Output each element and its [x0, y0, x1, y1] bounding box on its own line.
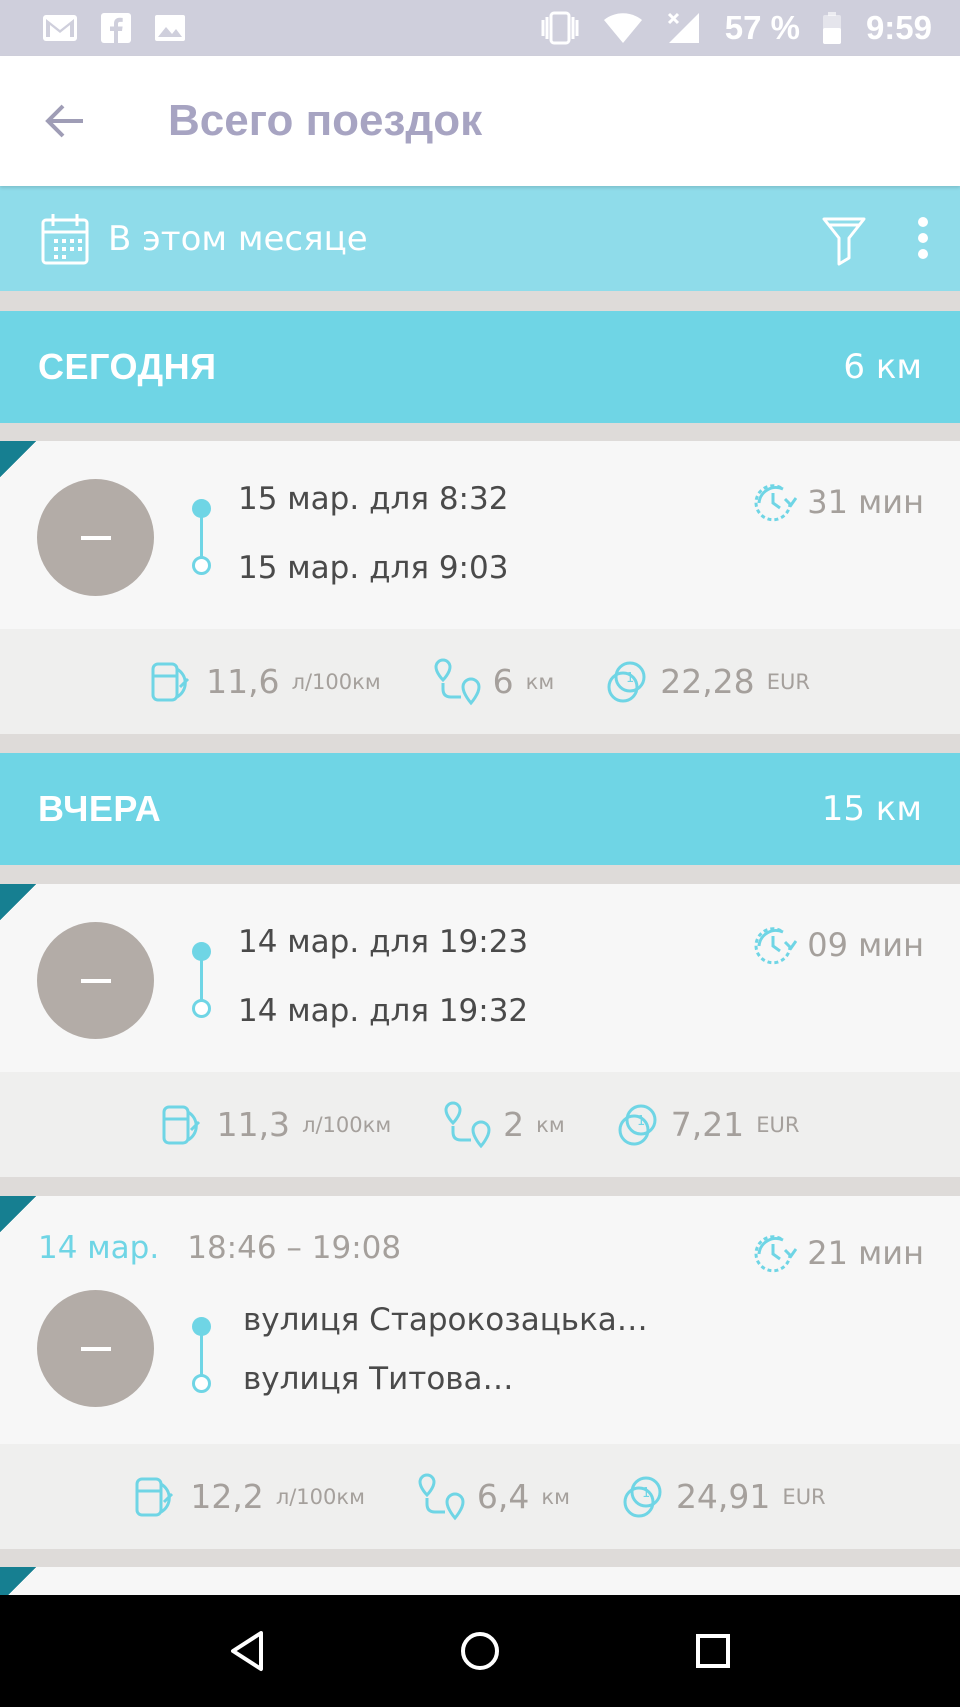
trip-corner-marker: [0, 1567, 36, 1595]
svg-text:1: 1: [637, 1114, 645, 1129]
period-filter-bar[interactable]: В этом месяце: [0, 186, 960, 291]
trip-distance: 6 км: [433, 657, 554, 707]
trip-corner-marker: [0, 1196, 36, 1232]
section-distance-total: 15 км: [821, 789, 922, 829]
clock-history-icon: [754, 1235, 798, 1273]
trip-date-row: 14 мар. 18:46 – 19:08: [38, 1230, 401, 1266]
nav-home-button[interactable]: [450, 1621, 510, 1681]
vibrate-icon: [541, 11, 579, 45]
trip-duration: 31 мин: [751, 481, 924, 523]
trip-cost: 1 24,91 EUR: [622, 1475, 826, 1519]
coins-icon: 1: [607, 661, 646, 702]
trip-end-address: вулиця Титова…: [243, 1361, 514, 1397]
section-header-yesterday: ВЧЕРА 15 км: [0, 753, 960, 865]
coins-icon: 1: [618, 1104, 657, 1145]
section-title: ВЧЕРА: [38, 788, 162, 829]
trip-date: 14 мар.: [38, 1230, 160, 1266]
triangle-back-icon: [230, 1631, 263, 1671]
fuel-consumption: 12,2 л/100км: [134, 1476, 365, 1518]
no-signal-icon: [667, 12, 699, 43]
trip-duration: 21 мин: [751, 1232, 924, 1274]
route-pin-icon: [434, 657, 481, 705]
section-title: СЕГОДНЯ: [38, 346, 217, 387]
trip-card[interactable]: 15 мар. для 8:32 15 мар. для 9:03 31 мин: [0, 441, 960, 629]
fuel-gauge-icon: [162, 1105, 200, 1144]
nav-back-button[interactable]: [217, 1621, 277, 1681]
clock-history-icon: [754, 927, 798, 965]
route-pin-icon: [444, 1100, 491, 1148]
gallery-icon: [155, 15, 185, 41]
trip-distance: 2 км: [443, 1100, 565, 1150]
trip-distance: 6,4 км: [417, 1472, 570, 1522]
trip-stats: 11,6 л/100км 6 км 1 22,28 EUR: [0, 629, 960, 734]
status-bar: 57 % 9:59: [0, 0, 960, 56]
nav-recents-button[interactable]: [683, 1621, 743, 1681]
fuel-gauge-icon: [151, 662, 190, 701]
section-distance-total: 6 км: [843, 347, 922, 387]
trip-end: 14 мар. для 19:32: [238, 993, 529, 1029]
fuel-consumption: 11,3 л/100км: [161, 1104, 391, 1146]
trip-stats: 12,2 л/100км 6,4 км 1 24,91 EUR: [0, 1444, 960, 1549]
route-line: [190, 499, 214, 579]
page-title: Всего поездок: [168, 96, 483, 145]
trip-corner-marker: [0, 884, 36, 920]
trip-cost: 1 22,28 EUR: [606, 660, 810, 704]
trip-start-address: вулиця Старокозацька…: [243, 1302, 648, 1338]
route-line: [190, 942, 214, 1022]
period-label: В этом месяце: [108, 218, 368, 259]
vehicle-avatar: [37, 1290, 154, 1407]
trip-card[interactable]: [0, 1567, 960, 1595]
arrow-left-icon: [45, 104, 83, 138]
system-nav-bar: [0, 1595, 960, 1707]
gmail-icon: [43, 15, 77, 41]
square-recents-icon: [696, 1634, 731, 1668]
trip-card[interactable]: 14 мар. для 19:23 14 мар. для 19:32 09 м…: [0, 884, 960, 1072]
wifi-icon: [603, 13, 642, 43]
trip-end: 15 мар. для 9:03: [238, 550, 509, 586]
trip-card[interactable]: 14 мар. 18:46 – 19:08 вулиця Старокозаць…: [0, 1196, 960, 1444]
funnel-icon: [822, 217, 866, 266]
circle-home-icon: [460, 1632, 499, 1670]
more-vertical-icon: [918, 217, 928, 259]
trip-time-range: 18:46 – 19:08: [187, 1230, 402, 1266]
vehicle-avatar: [37, 479, 154, 596]
vehicle-avatar: [37, 922, 154, 1039]
route-pin-icon: [418, 1472, 465, 1520]
back-button[interactable]: [0, 56, 130, 186]
trip-corner-marker: [0, 441, 36, 477]
battery-icon: [822, 12, 841, 44]
svg-text:1: 1: [626, 671, 634, 686]
trip-cost: 1 7,21 EUR: [617, 1103, 799, 1147]
app-bar: Всего поездок: [0, 56, 960, 186]
battery-percent: 57 %: [724, 9, 800, 46]
trip-start: 14 мар. для 19:23: [238, 924, 529, 960]
section-header-today: СЕГОДНЯ 6 км: [0, 311, 960, 423]
facebook-icon: [101, 13, 131, 43]
trip-duration: 09 мин: [751, 924, 924, 966]
more-options-button[interactable]: [908, 216, 942, 266]
trip-stats: 11,3 л/100км 2 км 1 7,21 EUR: [0, 1072, 960, 1177]
clock: 9:59: [865, 9, 932, 46]
route-line: [190, 1317, 214, 1397]
calendar-icon: [41, 213, 89, 264]
filter-button[interactable]: [822, 216, 870, 266]
trip-start: 15 мар. для 8:32: [238, 481, 509, 517]
fuel-gauge-icon: [135, 1477, 174, 1516]
fuel-consumption: 11,6 л/100км: [150, 661, 381, 703]
clock-history-icon: [754, 484, 798, 522]
svg-text:1: 1: [642, 1486, 650, 1501]
coins-icon: 1: [623, 1476, 662, 1517]
